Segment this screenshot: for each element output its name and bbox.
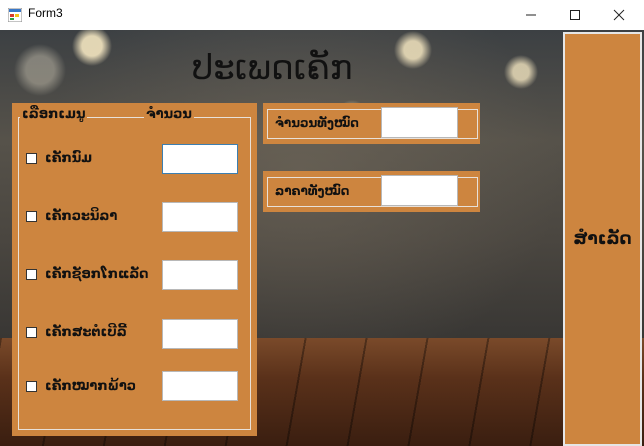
- maximize-button[interactable]: [553, 0, 597, 30]
- coconut-cake-label: ເຄັກໝາກພ້າວ: [45, 379, 137, 394]
- total-quantity-input[interactable]: [381, 107, 458, 138]
- close-button[interactable]: [597, 0, 641, 30]
- quantity-legend: ຈໍານວນ: [144, 107, 194, 122]
- menu-item-row: ເຄັກສະຕໍເບີລີ້: [26, 325, 127, 340]
- strawberry-cake-qty-input[interactable]: [162, 319, 238, 349]
- form-client-area: ປະເພດເຄັກ ເລືອກເມນູ ຈໍານວນ ເຄັກນົມ ເຄັກວ…: [0, 30, 644, 446]
- maximize-icon: [570, 10, 580, 20]
- vanilla-cake-label: ເຄັກວະນິລາ: [45, 209, 118, 224]
- finish-button-label: ສໍາເລັດ: [573, 229, 632, 249]
- vanilla-cake-checkbox[interactable]: [26, 211, 37, 222]
- total-price-label: ລາຄາທັງໝົດ: [273, 184, 352, 198]
- window-title: Form3: [28, 6, 63, 20]
- coconut-cake-qty-input[interactable]: [162, 371, 238, 401]
- minimize-icon: [526, 14, 536, 16]
- vanilla-cake-qty-input[interactable]: [162, 202, 238, 232]
- coconut-cake-checkbox[interactable]: [26, 381, 37, 392]
- milk-cake-checkbox[interactable]: [26, 153, 37, 164]
- close-icon: [613, 9, 625, 21]
- menu-legend: ເລືອກເມນູ: [20, 107, 88, 122]
- page-title: ປະເພດເຄັກ: [192, 48, 353, 88]
- menu-item-row: ເຄັກໝາກພ້າວ: [26, 379, 136, 394]
- menu-item-row: ເຄັກວະນິລາ: [26, 209, 117, 224]
- form3-window: Form3 ປະເພດເຄັກ ເລືອກເມນູ ຈໍານວນ ເຄັກນົມ…: [0, 0, 644, 446]
- chocolate-cake-label: ເຄັກຊັອກໂກແລັດ: [45, 267, 149, 282]
- minimize-button[interactable]: [509, 0, 553, 30]
- menu-item-row: ເຄັກຊັອກໂກແລັດ: [26, 267, 148, 282]
- finish-button[interactable]: ສໍາເລັດ: [563, 32, 642, 446]
- chocolate-cake-checkbox[interactable]: [26, 269, 37, 280]
- chocolate-cake-qty-input[interactable]: [162, 260, 238, 290]
- menu-item-row: ເຄັກນົມ: [26, 151, 92, 166]
- menu-panel: ເລືອກເມນູ ຈໍານວນ ເຄັກນົມ ເຄັກວະນິລາ ເຄັກ…: [12, 103, 257, 436]
- title-bar: Form3: [0, 0, 644, 30]
- milk-cake-qty-input[interactable]: [162, 144, 238, 174]
- app-icon: [8, 8, 22, 22]
- total-price-input[interactable]: [381, 175, 458, 206]
- milk-cake-label: ເຄັກນົມ: [45, 151, 93, 166]
- strawberry-cake-label: ເຄັກສະຕໍເບີລີ້: [45, 325, 127, 340]
- strawberry-cake-checkbox[interactable]: [26, 327, 37, 338]
- total-quantity-label: ຈໍານວນທັງໝົດ: [273, 116, 361, 130]
